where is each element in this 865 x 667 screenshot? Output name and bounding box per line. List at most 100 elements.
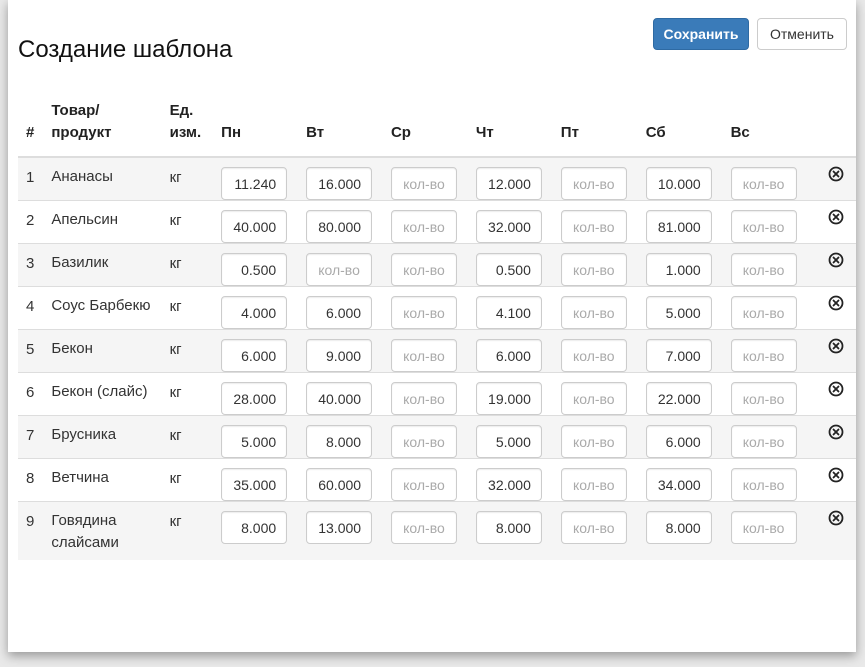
save-button[interactable]: Сохранить [653, 18, 749, 50]
unit-of-measure: кг [169, 501, 222, 560]
quantity-input-sat[interactable] [645, 253, 712, 286]
day-cell-sun [730, 372, 816, 416]
quantity-input-sun[interactable] [730, 468, 797, 501]
quantity-input-wed[interactable] [390, 296, 457, 329]
remove-circle-icon[interactable] [828, 252, 844, 268]
row-number: 5 [18, 329, 52, 373]
quantity-input-fri[interactable] [560, 210, 627, 243]
day-cell-tue [306, 243, 391, 287]
day-cell-wed [390, 200, 476, 244]
quantity-input-tue[interactable] [306, 511, 373, 544]
quantity-input-mon[interactable] [221, 210, 288, 243]
table-row: 5 Бекон кг [18, 329, 856, 373]
quantity-input-tue[interactable] [306, 468, 373, 501]
day-cell-thu [475, 501, 561, 560]
quantity-input-fri[interactable] [560, 167, 627, 200]
table-row: 7 Брусника кг [18, 415, 856, 459]
quantity-input-fri[interactable] [560, 468, 627, 501]
remove-circle-icon[interactable] [828, 295, 844, 311]
quantity-input-wed[interactable] [390, 253, 457, 286]
quantity-input-fri[interactable] [560, 339, 627, 372]
quantity-input-sun[interactable] [730, 167, 797, 200]
row-number: 7 [18, 415, 52, 459]
quantity-input-tue[interactable] [306, 339, 373, 372]
day-cell-thu [475, 200, 561, 244]
quantity-input-fri[interactable] [560, 296, 627, 329]
quantity-input-thu[interactable] [475, 167, 542, 200]
remove-circle-icon[interactable] [828, 424, 844, 440]
quantity-input-mon[interactable] [221, 253, 288, 286]
quantity-input-thu[interactable] [475, 253, 542, 286]
quantity-input-fri[interactable] [560, 425, 627, 458]
quantity-input-wed[interactable] [390, 511, 457, 544]
quantity-input-wed[interactable] [390, 382, 457, 415]
row-actions [815, 329, 856, 373]
header-actions [815, 100, 856, 158]
quantity-input-sun[interactable] [730, 425, 797, 458]
day-cell-sun [730, 415, 816, 459]
quantity-input-wed[interactable] [390, 210, 457, 243]
quantity-input-sun[interactable] [730, 296, 797, 329]
quantity-input-thu[interactable] [475, 511, 542, 544]
quantity-input-wed[interactable] [390, 425, 457, 458]
remove-circle-icon[interactable] [828, 166, 844, 182]
row-actions [815, 243, 856, 287]
quantity-input-mon[interactable] [221, 511, 288, 544]
quantity-input-mon[interactable] [221, 167, 288, 200]
quantity-input-tue[interactable] [306, 167, 373, 200]
quantity-input-wed[interactable] [390, 167, 457, 200]
product-name: Апельсин [51, 200, 170, 244]
template-table: # Товар/ продукт Ед. изм. Пн Вт Ср Чт Пт… [18, 100, 856, 560]
quantity-input-wed[interactable] [390, 468, 457, 501]
quantity-input-sat[interactable] [645, 210, 712, 243]
quantity-input-fri[interactable] [560, 511, 627, 544]
quantity-input-sun[interactable] [730, 382, 797, 415]
quantity-input-tue[interactable] [306, 296, 373, 329]
quantity-input-sun[interactable] [730, 210, 797, 243]
quantity-input-tue[interactable] [306, 210, 373, 243]
unit-of-measure: кг [169, 286, 222, 330]
quantity-input-sat[interactable] [645, 468, 712, 501]
remove-circle-icon[interactable] [828, 467, 844, 483]
quantity-input-thu[interactable] [475, 296, 542, 329]
quantity-input-sat[interactable] [645, 425, 712, 458]
row-number: 3 [18, 243, 52, 287]
header-day-thu: Чт [475, 100, 561, 158]
quantity-input-sat[interactable] [645, 167, 712, 200]
quantity-input-thu[interactable] [475, 339, 542, 372]
quantity-input-mon[interactable] [221, 425, 288, 458]
quantity-input-tue[interactable] [306, 382, 373, 415]
quantity-input-mon[interactable] [221, 382, 288, 415]
quantity-input-sun[interactable] [730, 253, 797, 286]
row-actions [815, 156, 856, 201]
day-cell-fri [560, 286, 646, 330]
remove-circle-icon[interactable] [828, 510, 844, 526]
quantity-input-thu[interactable] [475, 210, 542, 243]
quantity-input-tue[interactable] [306, 253, 373, 286]
quantity-input-sun[interactable] [730, 339, 797, 372]
remove-circle-icon[interactable] [828, 209, 844, 225]
quantity-input-thu[interactable] [475, 382, 542, 415]
quantity-input-wed[interactable] [390, 339, 457, 372]
quantity-input-thu[interactable] [475, 425, 542, 458]
product-name: Соус Барбекю [51, 286, 170, 330]
day-cell-wed [390, 458, 476, 502]
quantity-input-sat[interactable] [645, 382, 712, 415]
day-cell-tue [306, 501, 391, 560]
quantity-input-sat[interactable] [645, 296, 712, 329]
quantity-input-sun[interactable] [730, 511, 797, 544]
quantity-input-mon[interactable] [221, 296, 288, 329]
quantity-input-thu[interactable] [475, 468, 542, 501]
quantity-input-fri[interactable] [560, 382, 627, 415]
remove-circle-icon[interactable] [828, 338, 844, 354]
quantity-input-tue[interactable] [306, 425, 373, 458]
quantity-input-fri[interactable] [560, 253, 627, 286]
remove-circle-icon[interactable] [828, 381, 844, 397]
header-unit-line1: Ед. [169, 102, 194, 119]
quantity-input-sat[interactable] [645, 339, 712, 372]
quantity-input-mon[interactable] [221, 339, 288, 372]
quantity-input-sat[interactable] [645, 511, 712, 544]
quantity-input-mon[interactable] [221, 468, 288, 501]
cancel-button[interactable]: Отменить [757, 18, 847, 50]
day-cell-thu [475, 156, 561, 201]
